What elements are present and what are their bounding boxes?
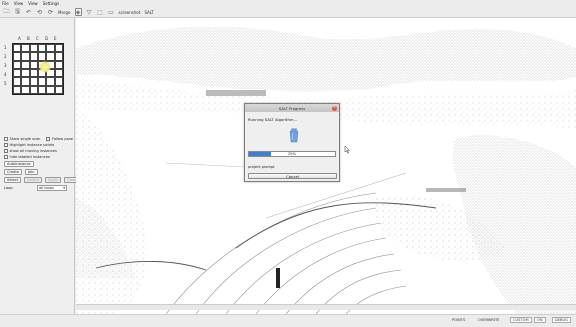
status-on[interactable]: ON: [534, 317, 546, 323]
salt-button[interactable]: SALT: [144, 8, 153, 16]
dialog-titlebar: SALT Progress ×: [245, 104, 339, 112]
grid-row-header: 3: [4, 63, 7, 68]
open-folder-icon[interactable]: 🗀: [3, 8, 10, 16]
screenshot-button[interactable]: screenshot: [119, 8, 141, 16]
progress-text: 25%: [288, 152, 296, 156]
reset-icon[interactable]: ⟲: [36, 8, 43, 16]
menu-bar: File View View Settings: [0, 0, 576, 7]
grid-col-header: B: [27, 36, 30, 41]
save-icon[interactable]: 🖫: [14, 8, 21, 16]
create-button[interactable]: Create: [4, 169, 22, 175]
crop-icon[interactable]: ⬚: [97, 8, 104, 16]
menu-view-2[interactable]: View: [28, 1, 38, 6]
chevron-down-icon: ▾: [63, 186, 65, 190]
autoinstance-button[interactable]: AutoInstance: [4, 161, 34, 167]
tile-grid: A B C D E 1 2 3 4 5: [4, 36, 72, 116]
menu-settings[interactable]: Settings: [43, 1, 59, 6]
dialog-title: SALT Progress: [278, 105, 306, 111]
redo-icon[interactable]: ⟳: [47, 8, 54, 16]
current-tile-highlight: [39, 61, 51, 73]
cursor-icon: [344, 145, 350, 154]
menu-view[interactable]: View: [14, 1, 24, 6]
menu-file[interactable]: File: [2, 1, 9, 6]
grid-row-header: 5: [4, 81, 7, 86]
status-bar: POINTS OVERWRITE CUSTOM ON DEBUG: [0, 314, 576, 327]
join-button[interactable]: Join: [24, 169, 38, 175]
grid-cells[interactable]: [12, 43, 64, 95]
status-points: POINTS: [452, 318, 466, 322]
status-extra[interactable]: DEBUG: [552, 317, 571, 323]
loop-label: Loop: [4, 186, 13, 190]
instance-controls: Show single scan Follow pose Highlight i…: [4, 136, 80, 192]
select-button[interactable]: Select: [4, 177, 22, 183]
grid-col-header: A: [18, 36, 21, 41]
undo-icon[interactable]: ↶: [25, 8, 32, 16]
close-icon[interactable]: ×: [332, 105, 337, 111]
delete-button[interactable]: Delete: [24, 177, 42, 183]
loop-select[interactable]: all loops ▾: [37, 185, 67, 191]
follow-pose-checkbox[interactable]: [46, 137, 50, 141]
camera-icon[interactable]: ▭: [108, 8, 115, 16]
left-panel: A B C D E 1 2 3 4 5 Show single scan Fol…: [0, 18, 80, 327]
select-tool-icon[interactable]: ◈: [74, 8, 82, 16]
filter-icon[interactable]: ▽: [86, 8, 93, 16]
grid-row-header: 4: [4, 72, 7, 77]
grid-row-header: 1: [4, 45, 7, 50]
progress-bar: 25%: [248, 151, 336, 157]
grid-col-header: D: [45, 36, 49, 41]
grid-col-header: C: [36, 36, 39, 41]
dialog-message: Running SALT Algorithm...: [248, 117, 298, 122]
cancel-button[interactable]: Cancel: [248, 173, 337, 179]
grid-col-header: E: [54, 36, 57, 41]
apply-button[interactable]: Apply: [44, 177, 62, 183]
merge-button[interactable]: Merge: [58, 8, 71, 16]
dialog-sub-message: project prompt: [248, 165, 275, 169]
toolbar: 🗀 🖫 ↶ ⟲ ⟳ Merge ◈ ▽ ⬚ ▭ screenshot SALT: [0, 7, 576, 18]
status-custom[interactable]: CUSTOM: [510, 317, 532, 323]
salt-progress-dialog: SALT Progress × Running SALT Algorithm..…: [244, 103, 340, 182]
horizontal-scrollbar[interactable]: [76, 304, 576, 310]
status-overwrite: OVERWRITE: [478, 318, 500, 322]
coffee-cup-icon: [289, 128, 299, 143]
grid-row-header: 2: [4, 54, 7, 59]
